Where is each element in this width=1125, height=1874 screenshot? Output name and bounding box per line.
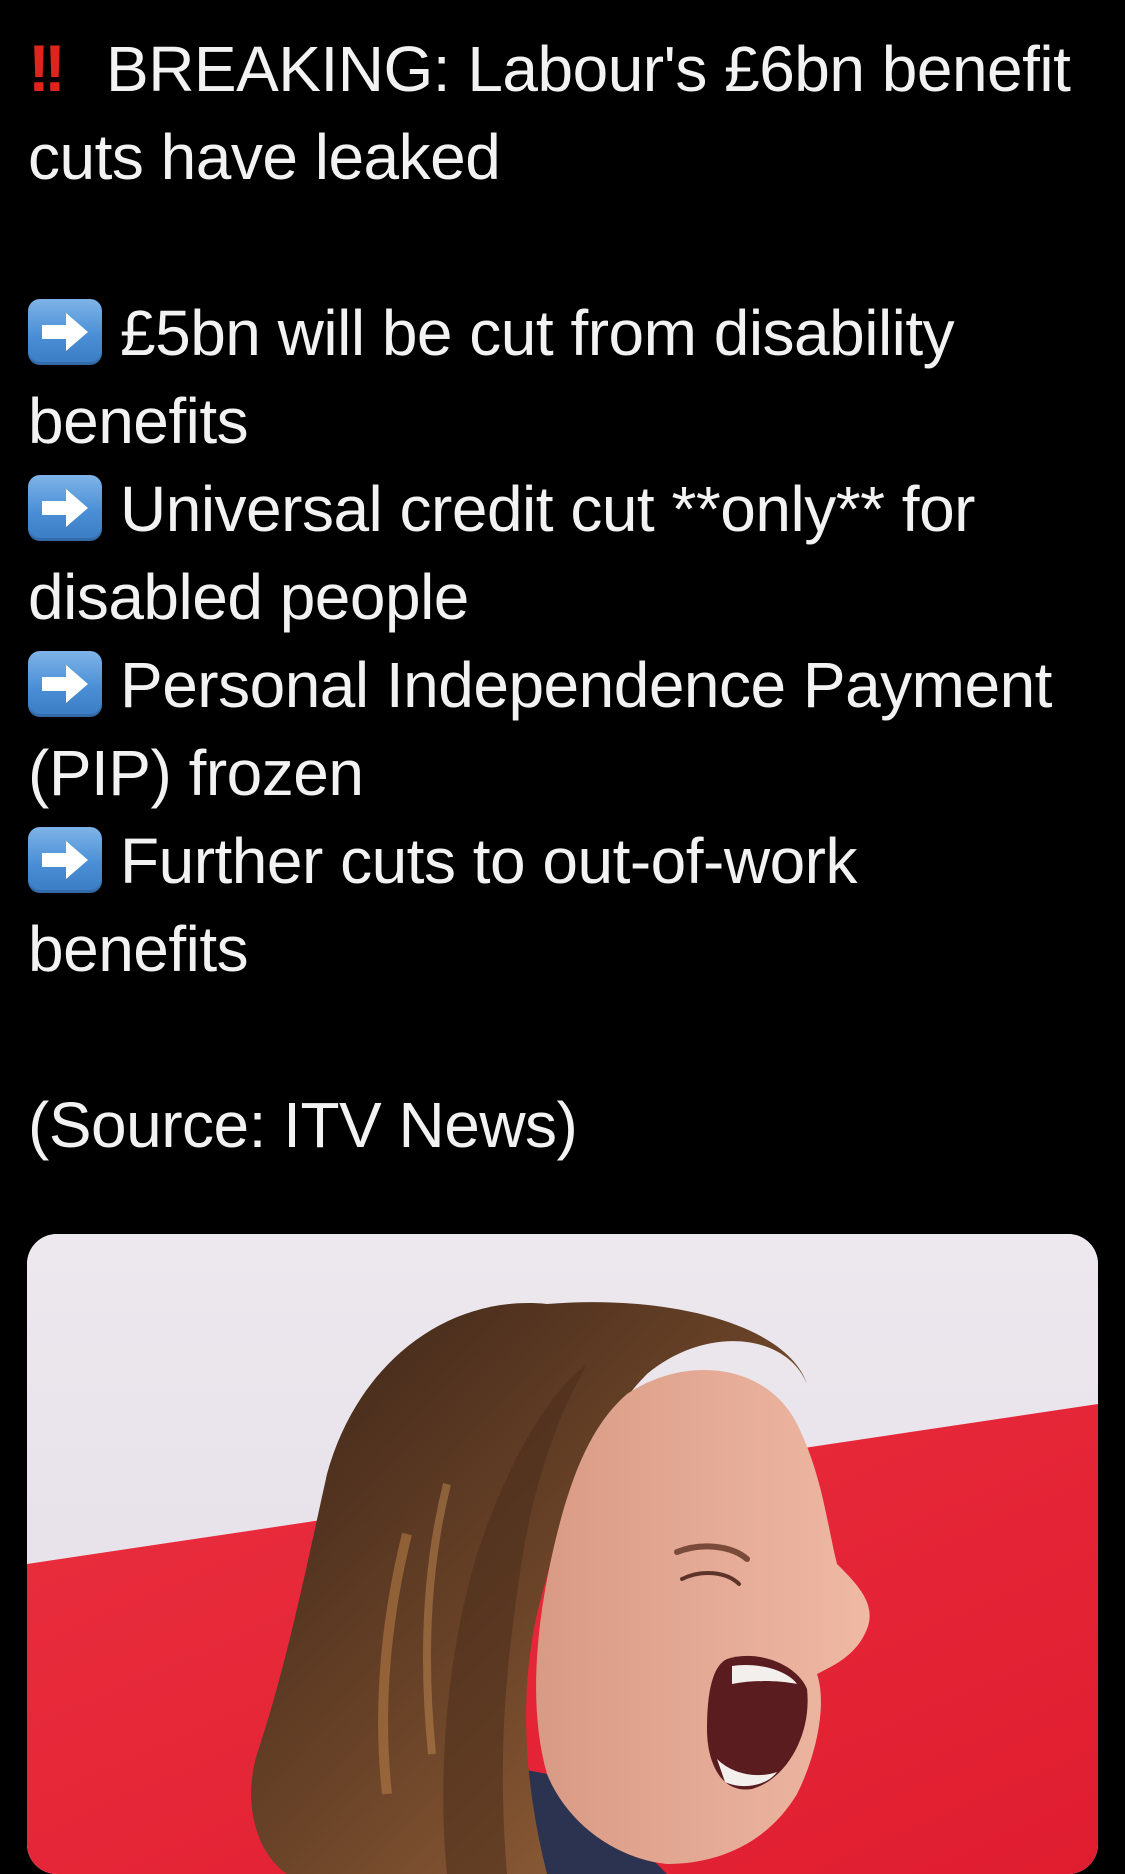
bullet-1-cont: benefits [28, 385, 249, 457]
right-arrow-icon [28, 827, 102, 893]
bullet-text: Further cuts to out-of-work [120, 825, 857, 897]
tweet-text: !! BREAKING: Labour's £6bn benefit cuts h… [28, 24, 1108, 1169]
headline-line-2: cuts have leaked [28, 121, 501, 193]
right-arrow-icon [28, 475, 102, 541]
right-arrow-icon [28, 651, 102, 717]
right-arrow-icon [28, 299, 102, 365]
bullet-text: Universal credit cut **only** for [120, 473, 975, 545]
photo-illustration [27, 1234, 1098, 1874]
bullet-4-cont: benefits [28, 913, 249, 985]
bullet-2: Universal credit cut **only** for [28, 465, 1108, 553]
bullet-1: £5bn will be cut from disability [28, 289, 1108, 377]
bullet-3: Personal Independence Payment [28, 641, 1108, 729]
bullet-4: Further cuts to out-of-work [28, 817, 1108, 905]
bullet-3-cont: (PIP) frozen [28, 737, 364, 809]
bullet-text: £5bn will be cut from disability [120, 297, 955, 369]
double-exclamation-icon: !! [28, 31, 66, 105]
bullet-text: Personal Independence Payment [120, 649, 1052, 721]
headline-text-1: BREAKING: Labour's £6bn benefit [106, 33, 1071, 105]
tweet-photo[interactable] [27, 1234, 1098, 1874]
source-line: (Source: ITV News) [28, 1089, 578, 1161]
headline-line-1: !! BREAKING: Labour's £6bn benefit [28, 24, 1108, 113]
tweet: !! BREAKING: Labour's £6bn benefit cuts h… [0, 0, 1125, 1874]
bullet-2-cont: disabled people [28, 561, 469, 633]
